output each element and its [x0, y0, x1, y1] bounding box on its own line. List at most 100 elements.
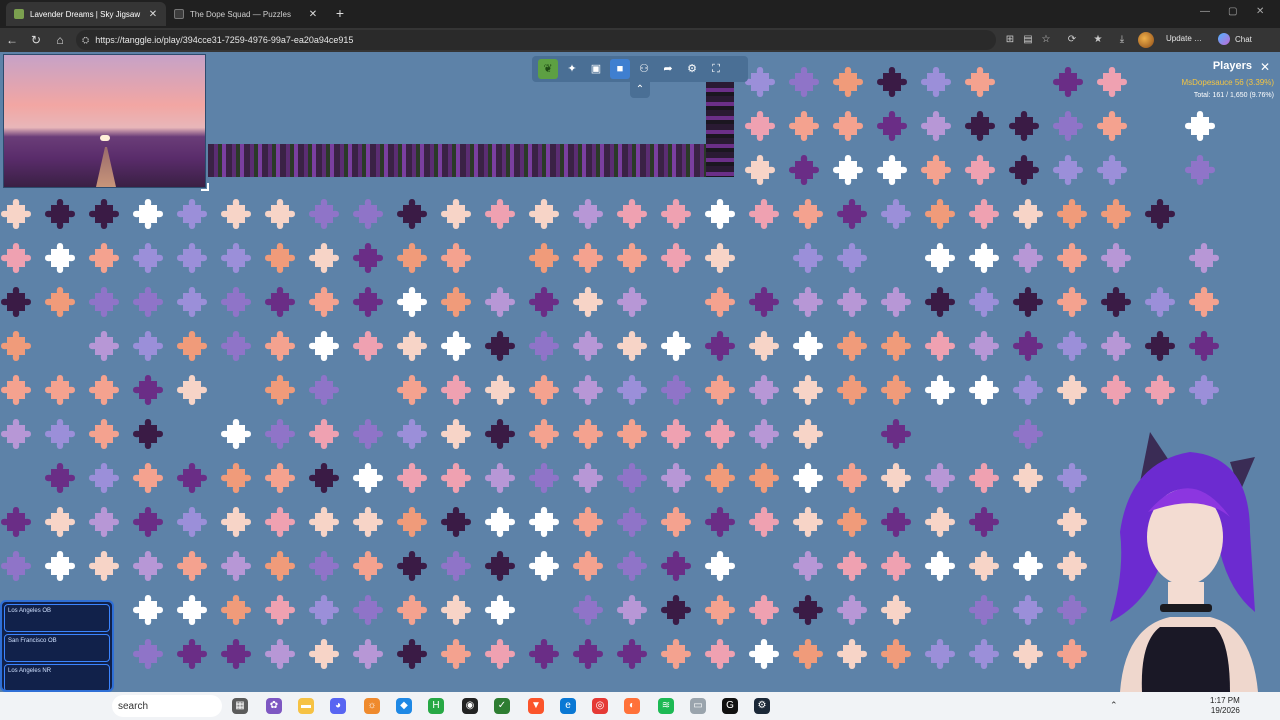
fullscreen-icon[interactable]: ⛶ — [706, 59, 726, 79]
puzzle-piece[interactable] — [45, 375, 75, 405]
puzzle-piece[interactable] — [221, 463, 251, 493]
puzzle-piece[interactable] — [881, 375, 911, 405]
reload-icon[interactable]: ↻ — [28, 32, 44, 48]
puzzle-piece[interactable] — [221, 243, 251, 273]
puzzle-piece[interactable] — [837, 639, 867, 669]
puzzle-piece[interactable] — [309, 419, 339, 449]
puzzle-piece[interactable] — [661, 551, 691, 581]
puzzle-piece[interactable] — [441, 463, 471, 493]
puzzle-piece[interactable] — [1057, 331, 1087, 361]
puzzle-piece[interactable] — [705, 551, 735, 581]
puzzle-piece[interactable] — [485, 287, 515, 317]
puzzle-piece[interactable] — [661, 243, 691, 273]
puzzle-piece[interactable] — [969, 287, 999, 317]
puzzle-piece[interactable] — [837, 551, 867, 581]
puzzle-piece[interactable] — [969, 243, 999, 273]
puzzle-piece[interactable] — [265, 595, 295, 625]
puzzle-piece[interactable] — [1101, 375, 1131, 405]
puzzle-piece[interactable] — [45, 507, 75, 537]
puzzle-piece[interactable] — [529, 507, 559, 537]
edge-icon[interactable]: e — [560, 698, 576, 714]
copilot-app-icon[interactable]: ✿ — [266, 698, 282, 714]
puzzle-piece[interactable] — [45, 287, 75, 317]
obs-icon[interactable]: ◉ — [462, 698, 478, 714]
puzzle-piece[interactable] — [397, 463, 427, 493]
puzzle-piece[interactable] — [1, 287, 31, 317]
taskbar-clock[interactable]: 1:17 PM 19/2026 — [1210, 696, 1240, 716]
puzzle-piece[interactable] — [1013, 287, 1043, 317]
puzzle-piece[interactable] — [661, 639, 691, 669]
puzzle-piece[interactable] — [661, 331, 691, 361]
puzzle-piece[interactable] — [881, 551, 911, 581]
puzzle-piece[interactable] — [45, 243, 75, 273]
puzzle-piece[interactable] — [749, 287, 779, 317]
puzzle-piece[interactable] — [833, 67, 863, 97]
puzzle-piece[interactable] — [1097, 111, 1127, 141]
puzzle-piece[interactable] — [265, 375, 295, 405]
puzzle-piece[interactable] — [133, 639, 163, 669]
puzzle-piece[interactable] — [441, 243, 471, 273]
puzzle-piece[interactable] — [309, 375, 339, 405]
puzzle-piece[interactable] — [925, 639, 955, 669]
puzzle-piece[interactable] — [749, 463, 779, 493]
puzzle-piece[interactable] — [221, 551, 251, 581]
puzzle-piece[interactable] — [793, 243, 823, 273]
puzzle-piece[interactable] — [89, 463, 119, 493]
puzzle-piece[interactable] — [529, 287, 559, 317]
puzzle-piece[interactable] — [925, 243, 955, 273]
puzzle-piece[interactable] — [309, 595, 339, 625]
puzzle-piece[interactable] — [397, 243, 427, 273]
puzzle-piece[interactable] — [133, 419, 163, 449]
puzzle-piece[interactable] — [749, 507, 779, 537]
puzzle-piece[interactable] — [485, 419, 515, 449]
puzzle-piece[interactable] — [353, 199, 383, 229]
assembled-edge-column[interactable] — [706, 82, 734, 177]
puzzle-piece[interactable] — [837, 595, 867, 625]
puzzle-piece[interactable] — [1057, 199, 1087, 229]
image-preview-icon[interactable]: ▣ — [586, 59, 606, 79]
puzzle-piece[interactable] — [177, 243, 207, 273]
puzzle-piece[interactable] — [1013, 595, 1043, 625]
puzzle-piece[interactable] — [745, 67, 775, 97]
puzzle-piece[interactable] — [661, 595, 691, 625]
puzzle-piece[interactable] — [221, 287, 251, 317]
puzzle-piece[interactable] — [573, 199, 603, 229]
puzzle-piece[interactable] — [965, 67, 995, 97]
puzzle-piece[interactable] — [177, 331, 207, 361]
puzzle-piece[interactable] — [969, 199, 999, 229]
puzzle-piece[interactable] — [881, 507, 911, 537]
puzzle-piece[interactable] — [309, 199, 339, 229]
puzzle-piece[interactable] — [925, 375, 955, 405]
puzzle-piece[interactable] — [789, 155, 819, 185]
puzzle-piece[interactable] — [573, 551, 603, 581]
puzzle-piece[interactable] — [133, 463, 163, 493]
puzzle-piece[interactable] — [789, 67, 819, 97]
puzzle-piece[interactable] — [617, 463, 647, 493]
puzzle-piece[interactable] — [309, 287, 339, 317]
brave-icon[interactable]: ▼ — [528, 698, 544, 714]
app-window-icon[interactable]: ▭ — [690, 698, 706, 714]
puzzle-piece[interactable] — [705, 507, 735, 537]
puzzle-piece[interactable] — [617, 331, 647, 361]
puzzle-piece[interactable] — [1013, 375, 1043, 405]
puzzle-piece[interactable] — [749, 595, 779, 625]
puzzle-piece[interactable] — [45, 199, 75, 229]
puzzle-piece[interactable] — [881, 595, 911, 625]
puzzle-piece[interactable] — [89, 507, 119, 537]
puzzle-piece[interactable] — [221, 507, 251, 537]
puzzle-piece[interactable] — [661, 375, 691, 405]
puzzle-piece[interactable] — [661, 507, 691, 537]
puzzle-piece[interactable] — [133, 551, 163, 581]
puzzle-piece[interactable] — [749, 639, 779, 669]
puzzle-piece[interactable] — [353, 463, 383, 493]
puzzle-piece[interactable] — [881, 199, 911, 229]
puzzle-piece[interactable] — [1, 375, 31, 405]
puzzle-piece[interactable] — [749, 331, 779, 361]
h-app-icon[interactable]: H — [428, 698, 444, 714]
puzzle-piece[interactable] — [397, 507, 427, 537]
puzzle-piece[interactable] — [441, 331, 471, 361]
puzzle-piece[interactable] — [89, 199, 119, 229]
puzzle-piece[interactable] — [529, 331, 559, 361]
puzzle-piece[interactable] — [881, 419, 911, 449]
extensions-icon[interactable]: ⊞ — [1004, 34, 1016, 46]
